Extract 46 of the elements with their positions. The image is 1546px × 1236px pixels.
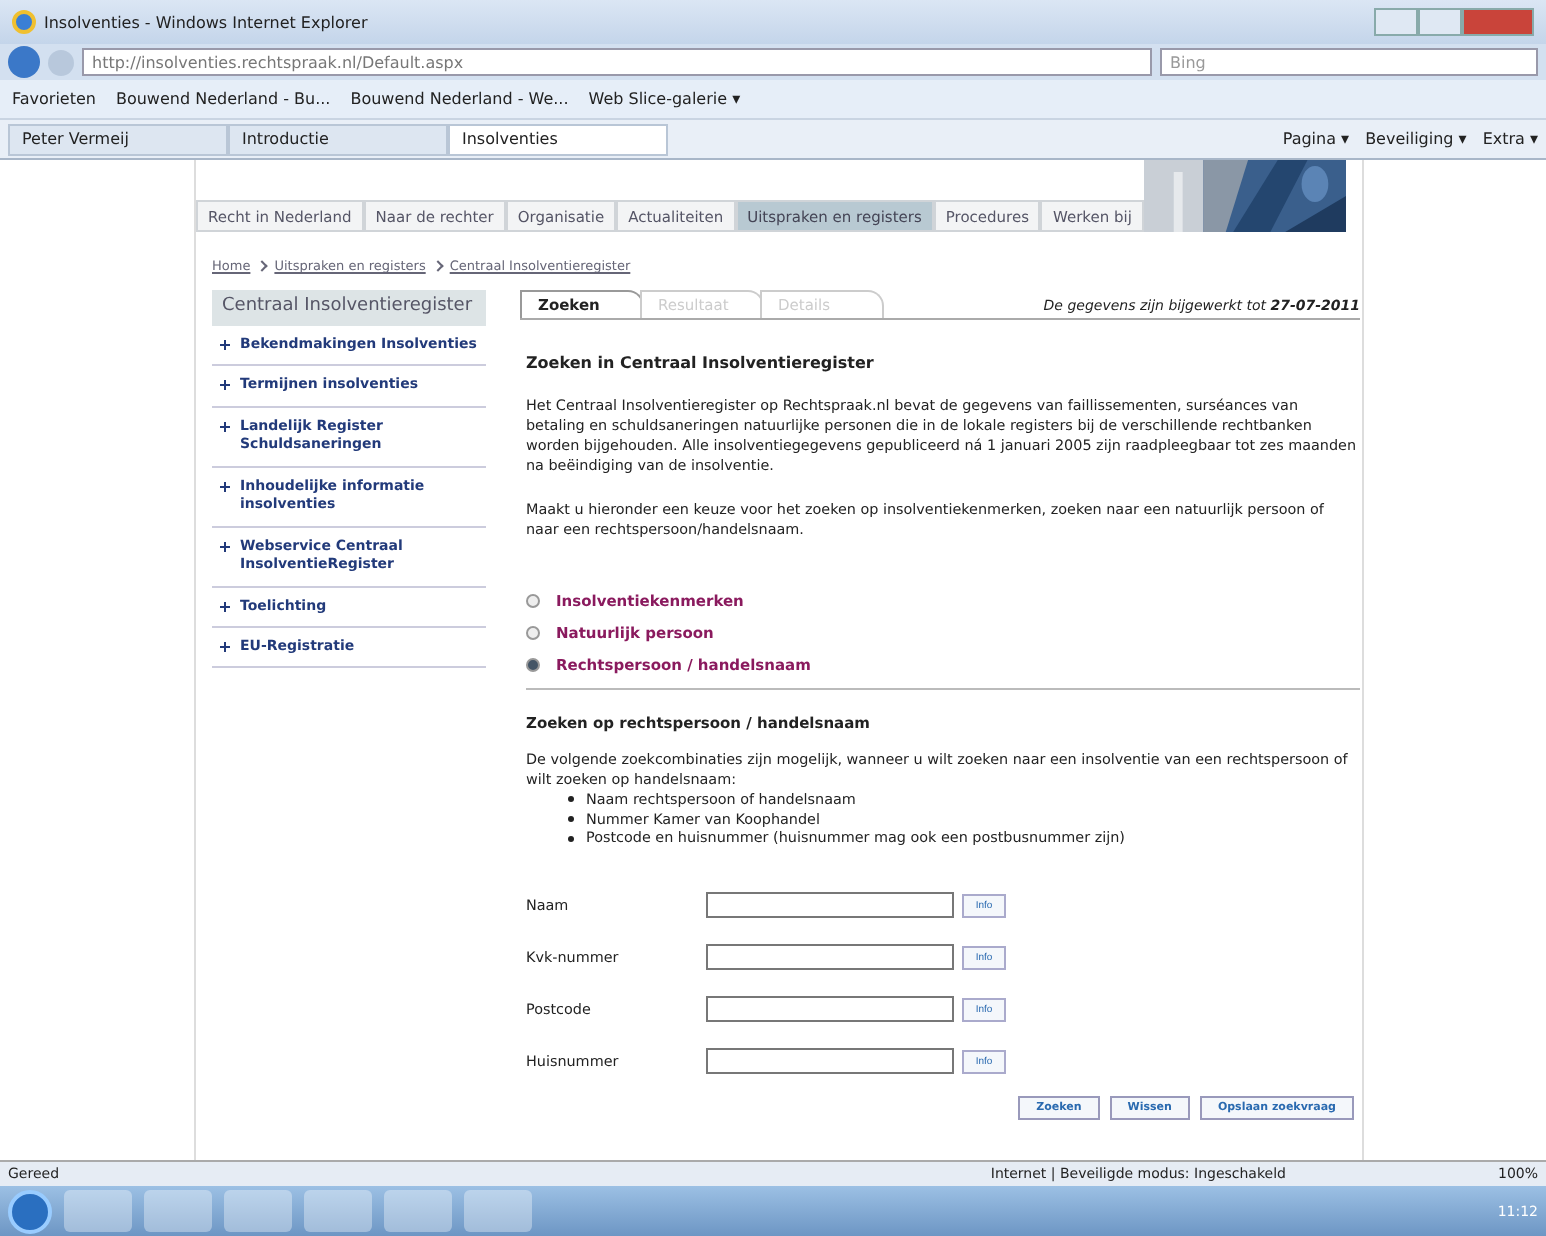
plus-icon <box>220 380 230 391</box>
address-field[interactable]: http://insolventies.rechtspraak.nl/Default.aspx <box>82 48 1152 76</box>
taskbar-button[interactable] <box>64 1190 132 1232</box>
taskbar-button[interactable] <box>224 1190 292 1232</box>
forward-button[interactable] <box>48 49 74 75</box>
radio-button[interactable] <box>526 657 540 672</box>
chevron-icon <box>256 260 269 272</box>
chevron-icon <box>432 260 444 272</box>
radio-button[interactable] <box>526 593 540 608</box>
bullet-icon <box>568 835 574 842</box>
command-menu[interactable]: Pagina ▾ <box>1282 130 1350 148</box>
section-heading: Zoeken in Centraal Insolventieregister <box>526 354 876 372</box>
radio-button[interactable] <box>526 625 540 640</box>
command-menu[interactable]: Beveiliging ▾ <box>1365 130 1467 148</box>
plus-icon <box>220 340 230 350</box>
close-button[interactable] <box>1462 8 1534 36</box>
start-button[interactable] <box>8 1189 52 1233</box>
input-field[interactable] <box>706 892 954 919</box>
browser-tab[interactable]: Peter Vermeij <box>8 123 228 155</box>
window-title: Insolventies - Windows Internet Explorer <box>44 13 368 31</box>
browser-tab[interactable]: Introductie <box>228 123 448 155</box>
command-menu[interactable]: Extra ▾ <box>1482 130 1538 148</box>
taskbar-button[interactable] <box>384 1190 452 1232</box>
plus-icon <box>220 421 230 432</box>
input-field[interactable] <box>706 1048 954 1075</box>
bullet-icon <box>568 815 574 822</box>
sidebar-title: Centraal Insolventieregister <box>212 290 486 326</box>
browser-icon <box>12 10 36 34</box>
plus-icon <box>220 541 230 552</box>
browser-tab[interactable]: Insolventies <box>448 123 668 155</box>
input-field[interactable] <box>706 944 954 971</box>
favorite-link[interactable]: Bouwend Nederland - We... <box>350 90 569 108</box>
plus-icon <box>220 601 230 611</box>
plus-icon <box>220 641 230 652</box>
minimize-button[interactable] <box>1374 8 1418 36</box>
back-button[interactable] <box>8 46 40 78</box>
plus-icon <box>220 481 230 492</box>
taskbar-button[interactable] <box>304 1190 372 1232</box>
favorite-link[interactable]: Bouwend Nederland - Bu... <box>115 90 331 108</box>
taskbar-button[interactable] <box>144 1190 212 1232</box>
favorite-link[interactable]: Web Slice-galerie ▾ <box>588 90 741 108</box>
bullet-icon <box>568 796 574 803</box>
input-field[interactable] <box>706 996 954 1023</box>
maximize-button[interactable] <box>1418 8 1462 36</box>
favorites-button[interactable]: Favorieten <box>12 90 96 108</box>
taskbar-button[interactable] <box>464 1190 532 1232</box>
